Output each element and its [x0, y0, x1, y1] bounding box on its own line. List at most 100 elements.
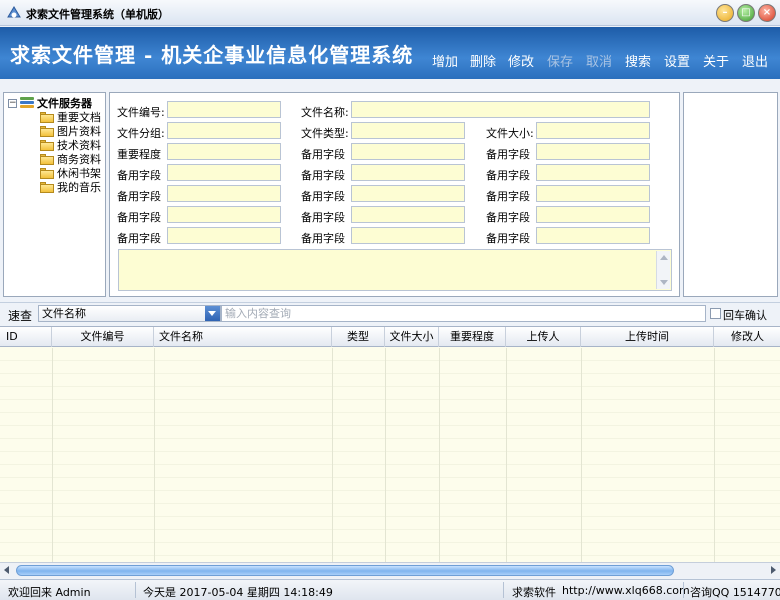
column-uploader[interactable]: 上传人 [506, 327, 581, 347]
folder-icon [40, 125, 54, 137]
tree-folder-tech[interactable]: 技术资料 [40, 138, 101, 152]
scroll-down-icon[interactable] [660, 280, 668, 285]
tree-root[interactable]: − 文件服务器 [8, 96, 92, 110]
importance-input[interactable] [167, 143, 281, 160]
status-welcome: 欢迎回来 Admin [8, 586, 91, 599]
maximize-button[interactable]: □ [737, 4, 755, 22]
chevron-down-icon[interactable] [205, 306, 220, 321]
file-name-input[interactable] [351, 101, 650, 118]
menu-delete[interactable]: 删除 [470, 51, 496, 70]
spare-field-input[interactable] [351, 164, 465, 181]
spare-field-input[interactable] [536, 143, 650, 160]
preview-panel [683, 92, 778, 297]
window-title: 求索文件管理系统（单机版） [26, 8, 169, 21]
collapse-icon[interactable]: − [8, 98, 17, 108]
column-id[interactable]: ID [0, 327, 52, 347]
spare-field-label: 备用字段 [301, 148, 345, 161]
tree-folder-images[interactable]: 图片资料 [40, 124, 101, 138]
importance-label: 重要程度 [117, 148, 161, 161]
table-header: ID 文件编号 文件名称 类型 文件大小 重要程度 上传人 上传时间 修改人 [0, 327, 780, 347]
menu-edit[interactable]: 修改 [508, 51, 534, 70]
column-divider [385, 348, 386, 562]
spare-field-label: 备用字段 [301, 169, 345, 182]
horizontal-scrollbar[interactable] [0, 562, 780, 578]
scroll-left-icon[interactable] [4, 566, 9, 574]
tree-folder-important[interactable]: 重要文档 [40, 110, 101, 124]
column-file-no[interactable]: 文件编号 [52, 327, 154, 347]
menu-settings[interactable]: 设置 [664, 51, 690, 70]
spare-field-label: 备用字段 [486, 169, 530, 182]
file-size-label: 文件大小: [486, 127, 534, 140]
tree-folder-business[interactable]: 商务资料 [40, 152, 101, 166]
scroll-right-icon[interactable] [771, 566, 776, 574]
banner: 求索文件管理 - 机关企事业信息化管理系统 增加 删除 修改 保存 取消 搜索 … [0, 27, 780, 79]
notes-textarea[interactable] [118, 249, 672, 291]
spare-field-label: 备用字段 [486, 232, 530, 245]
tree-folder-music[interactable]: 我的音乐 [40, 180, 101, 194]
file-group-input[interactable] [167, 122, 281, 139]
spare-field-input[interactable] [536, 206, 650, 223]
spare-field-input[interactable] [536, 185, 650, 202]
spare-field-label: 备用字段 [301, 211, 345, 224]
folder-tree: − 文件服务器 重要文档 图片资料 技术资料 商务资料 休闲书架 我的音乐 [3, 92, 106, 297]
file-type-label: 文件类型: [301, 127, 349, 140]
quick-search-label: 速查 [8, 309, 33, 323]
menu-save[interactable]: 保存 [547, 51, 573, 70]
scrollbar-thumb[interactable] [16, 565, 674, 576]
enter-confirm-checkbox[interactable] [710, 308, 721, 319]
scroll-up-icon[interactable] [660, 255, 668, 260]
spare-field-input[interactable] [351, 227, 465, 244]
table-body[interactable] [0, 348, 780, 562]
column-divider [154, 348, 155, 562]
spare-field-label: 备用字段 [486, 148, 530, 161]
column-type[interactable]: 类型 [332, 327, 385, 347]
spare-field-input[interactable] [536, 164, 650, 181]
spare-field-input[interactable] [351, 143, 465, 160]
spare-field-input[interactable] [167, 227, 281, 244]
file-table: ID 文件编号 文件名称 类型 文件大小 重要程度 上传人 上传时间 修改人 [0, 326, 780, 562]
quick-search-bar: 速查 文件名称 回车确认 [0, 302, 780, 324]
file-size-input[interactable] [536, 122, 650, 139]
spare-field-input[interactable] [351, 206, 465, 223]
spare-field-input[interactable] [167, 164, 281, 181]
status-bar: 欢迎回来 Admin 今天是 2017-05-04 星期四 14:18:49 求… [0, 579, 780, 600]
spare-field-input[interactable] [167, 206, 281, 223]
minimize-button[interactable]: – [716, 4, 734, 22]
spare-field-input[interactable] [167, 185, 281, 202]
spare-field-label: 备用字段 [117, 190, 161, 203]
file-group-label: 文件分组: [117, 127, 165, 140]
menu-exit[interactable]: 退出 [742, 51, 768, 70]
menu-about[interactable]: 关于 [703, 51, 729, 70]
folder-icon [40, 153, 54, 165]
spare-field-input[interactable] [536, 227, 650, 244]
menu-cancel[interactable]: 取消 [586, 51, 612, 70]
status-url[interactable]: http://www.xlq668.com [562, 584, 690, 597]
close-button[interactable]: × [758, 4, 776, 22]
enter-confirm-label: 回车确认 [723, 309, 767, 322]
folder-icon [40, 139, 54, 151]
status-qq: 咨询QQ 1514770 [690, 586, 780, 599]
spare-field-input[interactable] [351, 185, 465, 202]
column-upload-time[interactable]: 上传时间 [581, 327, 714, 347]
banner-title: 求索文件管理 - 机关企事业信息化管理系统 [10, 43, 414, 67]
column-divider [506, 348, 507, 562]
column-divider [714, 348, 715, 562]
column-file-name[interactable]: 文件名称 [154, 327, 332, 347]
search-field-select[interactable]: 文件名称 [38, 305, 221, 322]
tree-folder-label: 我的音乐 [57, 181, 101, 194]
column-file-size[interactable]: 文件大小 [385, 327, 439, 347]
search-input[interactable] [221, 305, 706, 322]
file-no-label: 文件编号: [117, 106, 165, 119]
file-type-input[interactable] [351, 122, 465, 139]
status-divider [683, 582, 684, 598]
column-divider [332, 348, 333, 562]
notes-scrollbar[interactable] [656, 251, 670, 289]
column-importance[interactable]: 重要程度 [439, 327, 506, 347]
spare-field-label: 备用字段 [301, 232, 345, 245]
menu-search[interactable]: 搜索 [625, 51, 651, 70]
tree-folder-books[interactable]: 休闲书架 [40, 166, 101, 180]
column-modifier[interactable]: 修改人 [714, 327, 780, 347]
file-no-input[interactable] [167, 101, 281, 118]
column-divider [52, 348, 53, 562]
menu-add[interactable]: 增加 [432, 51, 458, 70]
